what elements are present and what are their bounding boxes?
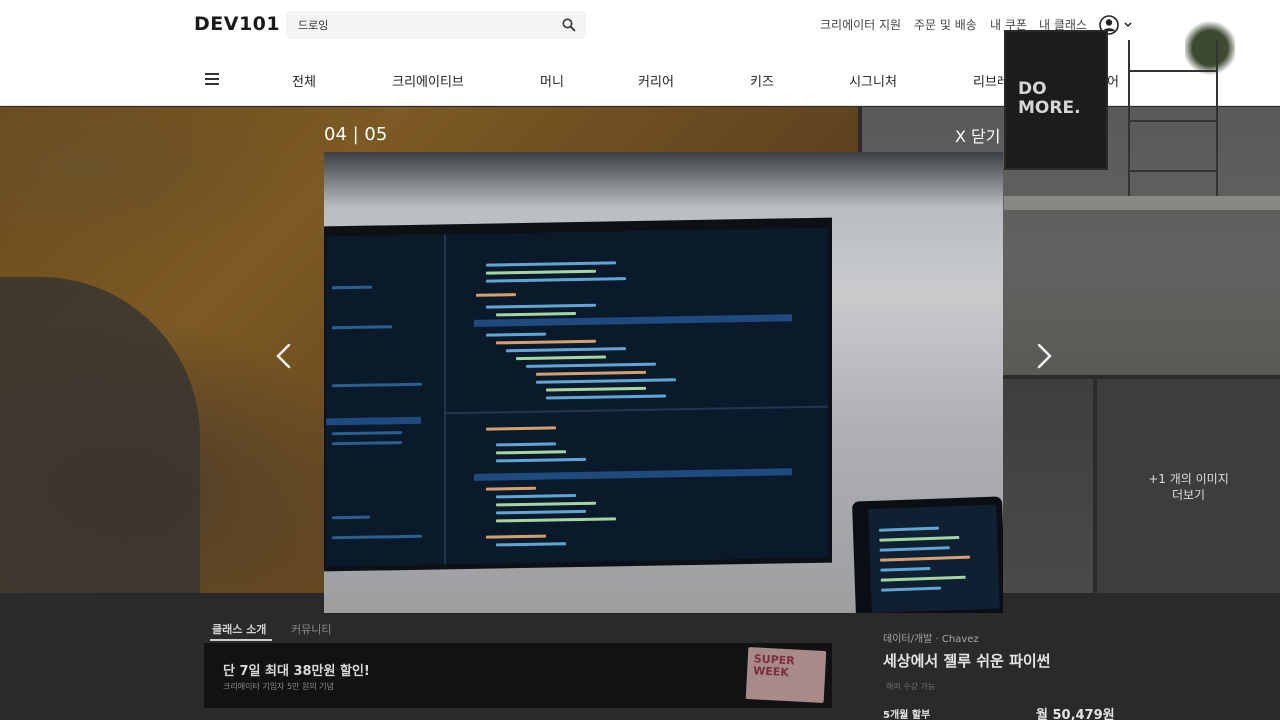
class-title: 세상에서 젤루 쉬운 파이썬	[883, 652, 1051, 670]
nav-item-signature[interactable]: 시그니처	[849, 71, 897, 90]
close-button[interactable]: X 닫기	[955, 123, 1001, 147]
creator-support-link[interactable]: 크리에이터 지원	[820, 16, 901, 33]
search-input[interactable]: 드로잉	[298, 17, 328, 33]
sticker-text-week: WEEK	[752, 664, 790, 680]
lightbox-image	[324, 152, 1003, 613]
banner-subtitle: 크리에이터 기입자 5만 원의 기념	[223, 682, 334, 691]
installment-plan: 5개월 할부	[883, 710, 931, 720]
tab-community[interactable]: 커뮤니티	[291, 621, 331, 637]
monitor-text-more: MORE.	[1018, 98, 1081, 118]
chevron-down-icon	[1124, 22, 1132, 28]
thumbnail-shelf	[1128, 40, 1218, 200]
search-icon[interactable]	[561, 17, 577, 33]
next-image-button[interactable]	[1030, 342, 1058, 370]
orders-shipping-link[interactable]: 주문 및 배송	[914, 16, 977, 33]
photo-tablet	[851, 496, 1003, 613]
nav-item-career[interactable]: 커리어	[638, 71, 674, 90]
image-counter: 04 | 05	[324, 124, 388, 145]
nav-item-all[interactable]: 전체	[292, 71, 316, 90]
banner-title: 단 7일 최대 38만원 할인!	[223, 664, 370, 679]
photo-monitor	[324, 217, 832, 572]
class-note: 해외 수강 가능	[886, 682, 936, 691]
more-images-label[interactable]: +1 개의 이미지 더보기	[1097, 471, 1280, 503]
chevron-right-icon	[1037, 343, 1052, 369]
thumbnail-monitor: DO MORE.	[1004, 30, 1108, 170]
gallery-thumbnail-small[interactable]	[1003, 379, 1093, 593]
nav-item-kids[interactable]: 키즈	[750, 71, 774, 90]
more-images-count: +1 개의 이미지	[1148, 472, 1229, 486]
super-week-sticker: SUPER WEEK	[745, 646, 827, 704]
tab-class-intro[interactable]: 클래스 소개	[212, 621, 266, 637]
thumbnail-desk	[1004, 196, 1280, 210]
tab-underline	[210, 639, 272, 641]
nav-item-creative[interactable]: 크리에이티브	[392, 71, 464, 90]
nav-item-money[interactable]: 머니	[540, 71, 564, 90]
logo[interactable]: DEV101	[194, 13, 280, 35]
search-bar[interactable]: 드로잉	[286, 11, 586, 39]
menu-icon[interactable]	[205, 73, 219, 85]
more-images-action: 더보기	[1171, 488, 1206, 502]
promo-banner[interactable]: 단 7일 최대 38만원 할인! 크리에이터 기입자 5만 원의 기념 SUPE…	[204, 643, 832, 708]
hero-blob	[0, 277, 200, 593]
class-category[interactable]: 데이터/개발 · Chavez	[883, 630, 979, 645]
monitor-text-do: DO	[1018, 79, 1047, 99]
monthly-price: 월 50,479원	[1036, 708, 1115, 720]
photo-code-screen	[326, 227, 828, 567]
previous-image-button[interactable]	[270, 342, 298, 370]
chevron-left-icon	[276, 343, 291, 369]
